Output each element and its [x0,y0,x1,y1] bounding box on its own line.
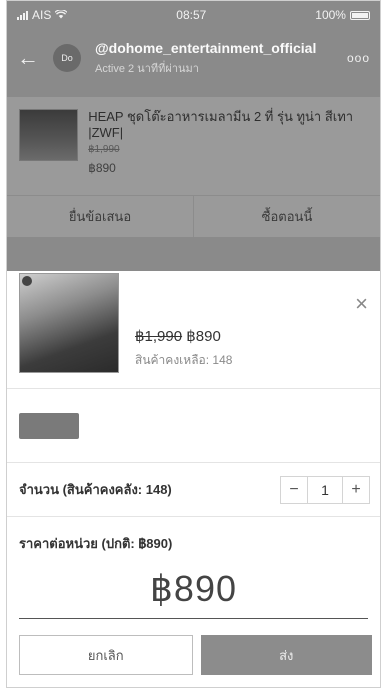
product-card-text: HEAP ชุดโต๊ะอาหารเมลามีน 2 ที่ รุ่น ทูน่… [88,109,368,195]
quantity-label: จำนวน (สินค้าคงคลัง: 148) [19,482,172,497]
quantity-plus-button[interactable]: + [343,477,369,503]
status-left: AIS [17,8,68,22]
offer-bottom-sheet: ฿1,990 ฿890 สินค้าคงเหลือ: 148 × จำนวน (… [7,271,380,687]
sheet-footer: ยกเลิก ส่ง [19,635,372,675]
back-arrow-icon[interactable]: ← [17,45,39,71]
quantity-stepper[interactable]: − 1 + [280,475,370,504]
unit-price-section: ราคาต่อหน่วย (ปกติ: ฿890) ฿890 [7,517,380,633]
product-image [19,273,119,373]
active-status: Active 2 นาทีที่ผ่านมา [95,62,199,75]
quantity-minus-button[interactable]: − [281,477,307,503]
shop-name[interactable]: @dohome_entertainment_official [95,40,333,56]
clock: 08:57 [176,8,207,22]
shop-info: @dohome_entertainment_official Active 2 … [95,40,333,77]
sheet-old-price: ฿1,990 [135,328,183,345]
wifi-icon [54,8,68,22]
make-offer-button[interactable]: ยื่นข้อเสนอ [7,196,193,237]
product-price: ฿890 [88,161,116,175]
sheet-prices: ฿1,990 ฿890 [135,327,232,345]
product-title: HEAP ชุดโต๊ะอาหารเมลามีน 2 ที่ รุ่น ทูน่… [88,109,354,140]
product-thumbnail [19,109,79,161]
signal-icon [17,10,28,20]
status-bar: AIS 08:57 100% [7,1,380,29]
close-icon[interactable]: × [355,293,368,315]
battery-indicator: 100% [315,8,370,22]
shop-avatar[interactable]: Do [53,44,81,72]
battery-icon [349,10,370,20]
sheet-stock: สินค้าคงเหลือ: 148 [135,353,233,367]
sheet-product-info: ฿1,990 ฿890 สินค้าคงเหลือ: 148 [135,327,232,388]
product-card-actions: ยื่นข้อเสนอ ซื้อตอนนี้ [7,195,380,237]
product-card[interactable]: HEAP ชุดโต๊ะอาหารเมลามีน 2 ที่ รุ่น ทูน่… [7,97,380,195]
carrier-label: AIS [32,8,52,22]
unit-price-underline [19,618,368,619]
variant-section [7,389,380,463]
battery-percent: 100% [315,8,346,22]
send-button[interactable]: ส่ง [200,635,372,675]
more-options-icon[interactable]: ooo [347,51,370,65]
buy-now-button[interactable]: ซื้อตอนนี้ [193,196,380,237]
unit-price-input[interactable]: ฿890 [19,568,368,610]
product-original-price: ฿1,990 [88,144,120,155]
variant-option[interactable] [19,413,79,439]
chat-header: ← Do @dohome_entertainment_official Acti… [7,29,380,87]
cancel-button[interactable]: ยกเลิก [19,635,193,675]
sheet-product-summary: ฿1,990 ฿890 สินค้าคงเหลือ: 148 × [7,271,380,389]
phone-screen: AIS 08:57 100% ← Do @dohome_entertainmen… [6,0,381,688]
sheet-new-price: ฿890 [186,328,221,345]
unit-price-label: ราคาต่อหน่วย (ปกติ: ฿890) [19,536,173,551]
quantity-value[interactable]: 1 [307,476,343,503]
quantity-row: จำนวน (สินค้าคงคลัง: 148) − 1 + [7,463,380,517]
image-badge-icon [22,276,32,286]
